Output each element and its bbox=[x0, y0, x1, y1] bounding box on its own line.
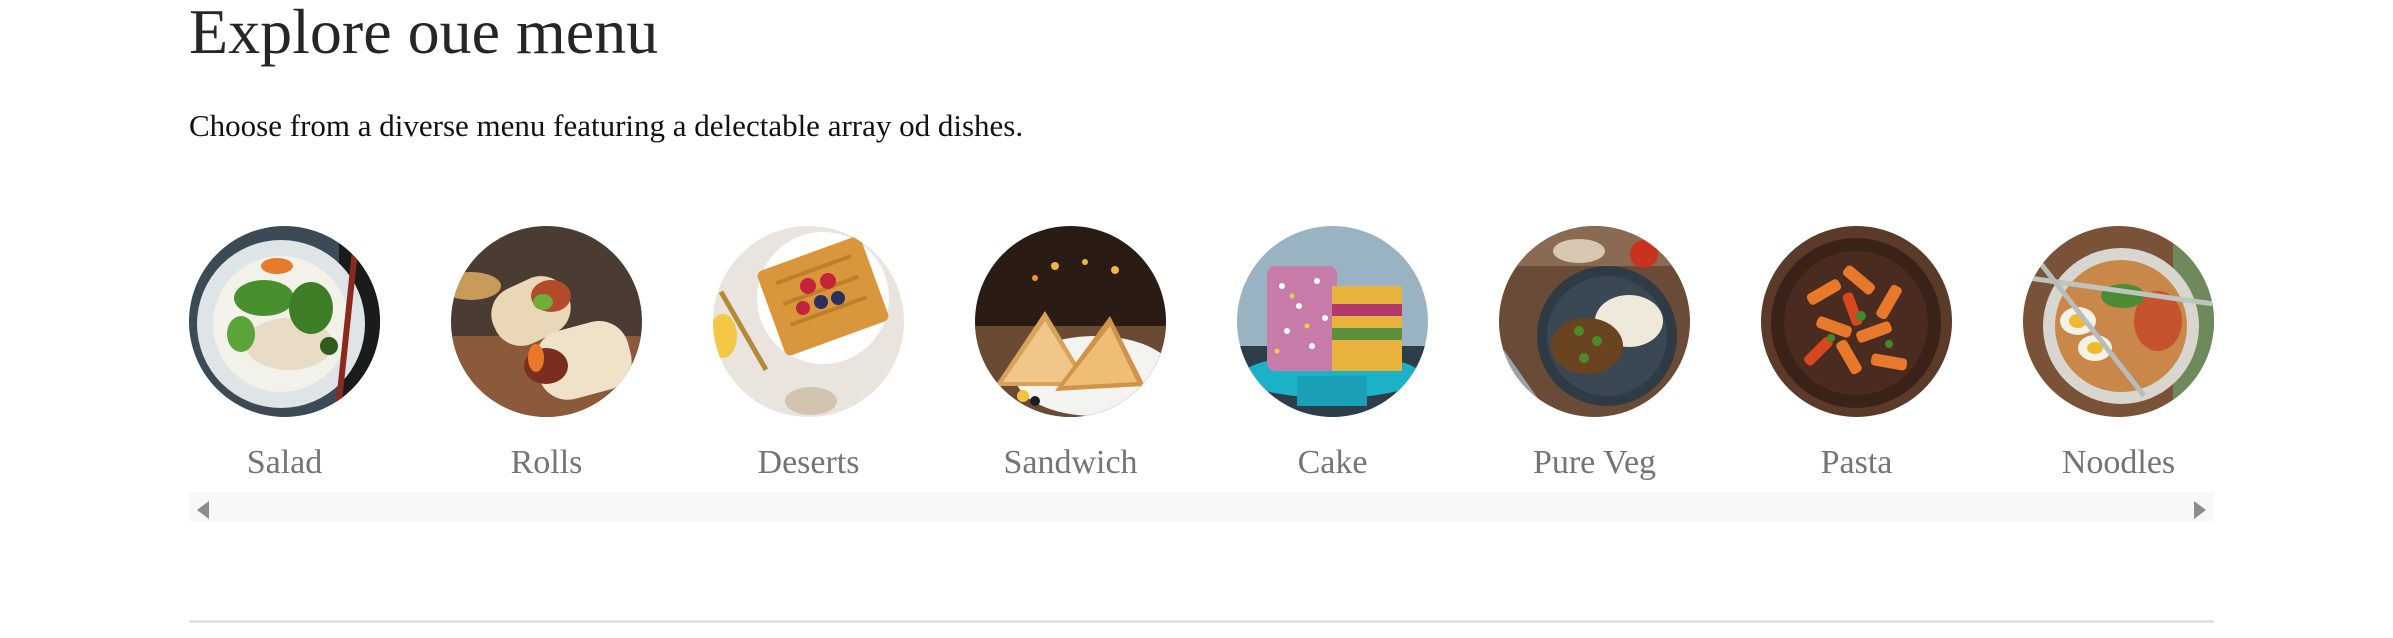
arrow-right-icon[interactable] bbox=[2194, 501, 2206, 519]
menu-item-label: Pasta bbox=[1820, 444, 1893, 481]
menu-item-noodles[interactable]: Noodles bbox=[2023, 226, 2214, 492]
menu-item-label: Salad bbox=[246, 444, 323, 481]
noodles-image[interactable] bbox=[2023, 226, 2214, 417]
section-subtitle: Choose from a diverse menu featuring a d… bbox=[189, 108, 1024, 143]
explore-menu-section: Explore oue menu Choose from a diverse m… bbox=[189, 0, 2214, 638]
menu-item-pure-veg[interactable]: Pure Veg bbox=[1499, 226, 1690, 492]
menu-item-deserts[interactable]: Deserts bbox=[713, 226, 904, 492]
menu-item-label: Deserts bbox=[757, 444, 860, 481]
horizontal-scrollbar[interactable] bbox=[189, 492, 2214, 522]
section-divider bbox=[189, 620, 2214, 623]
menu-item-label: Noodles bbox=[2061, 444, 2176, 481]
section-title: Explore oue menu bbox=[189, 0, 659, 67]
menu-item-sandwich[interactable]: Sandwich bbox=[975, 226, 1166, 492]
menu-item-label: Sandwich bbox=[1003, 444, 1138, 481]
menu-item-label: Rolls bbox=[510, 444, 583, 481]
sandwich-image[interactable] bbox=[975, 226, 1166, 417]
salad-image[interactable] bbox=[189, 226, 380, 417]
menu-item-rolls[interactable]: Rolls bbox=[451, 226, 642, 492]
menu-item-salad[interactable]: Salad bbox=[189, 226, 380, 492]
menu-item-label: Cake bbox=[1297, 444, 1368, 481]
menu-scroller[interactable]: Salad Rolls Deserts Sandwich Cake Pure V… bbox=[189, 226, 2214, 522]
menu-item-label: Pure Veg bbox=[1532, 444, 1657, 481]
arrow-left-icon[interactable] bbox=[197, 501, 209, 519]
menu-item-pasta[interactable]: Pasta bbox=[1761, 226, 1952, 492]
deserts-image[interactable] bbox=[713, 226, 904, 417]
pure-veg-image[interactable] bbox=[1499, 226, 1690, 417]
pasta-image[interactable] bbox=[1761, 226, 1952, 417]
menu-list: Salad Rolls Deserts Sandwich Cake Pure V… bbox=[189, 226, 2214, 492]
rolls-image[interactable] bbox=[451, 226, 642, 417]
cake-image[interactable] bbox=[1237, 226, 1428, 417]
menu-item-cake[interactable]: Cake bbox=[1237, 226, 1428, 492]
